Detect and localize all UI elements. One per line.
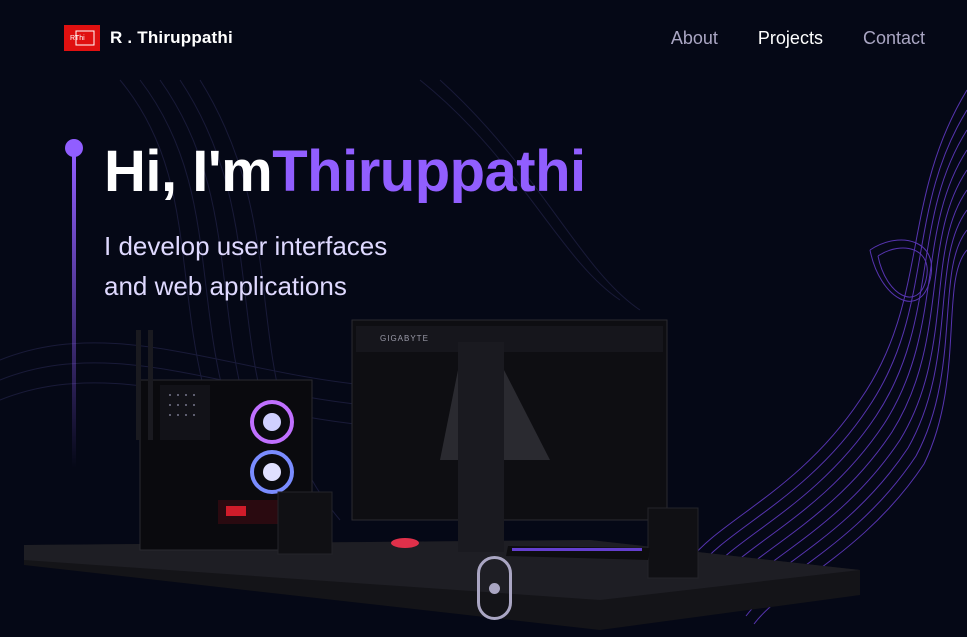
mouse [391,538,419,548]
logo-text: RThi [70,35,85,42]
hero-subtitle: I develop user interfaces and web applic… [104,226,524,306]
speaker-right [647,507,699,579]
monitor-brand-label: GIGABYTE [380,334,429,343]
scroll-down-button[interactable] [477,556,512,620]
monitor-stand [458,342,504,552]
navbar: RThi R . Thiruppathi About Projects Cont… [0,0,967,76]
hero-name: Thiruppathi [272,139,586,204]
hero-title: Hi, I'mThiruppathi [104,140,586,204]
speaker-left [277,491,333,555]
logo-mark: RThi [70,30,95,46]
nav-link-contact[interactable]: Contact [863,28,925,49]
nav-link-projects[interactable]: Projects [758,28,823,49]
scroll-mouse-icon [489,582,500,594]
brand-link[interactable]: RThi R . Thiruppathi [64,25,233,51]
hero-greeting: Hi, I'm [104,139,273,204]
hero-subtitle-line2: and web applications [104,271,347,301]
hero-subtitle-line1: I develop user interfaces [104,231,388,261]
nav-links: About Projects Contact [671,28,925,49]
logo-icon: RThi [64,25,100,51]
nav-link-about[interactable]: About [671,28,718,49]
brand-name: R . Thiruppathi [110,28,233,47]
